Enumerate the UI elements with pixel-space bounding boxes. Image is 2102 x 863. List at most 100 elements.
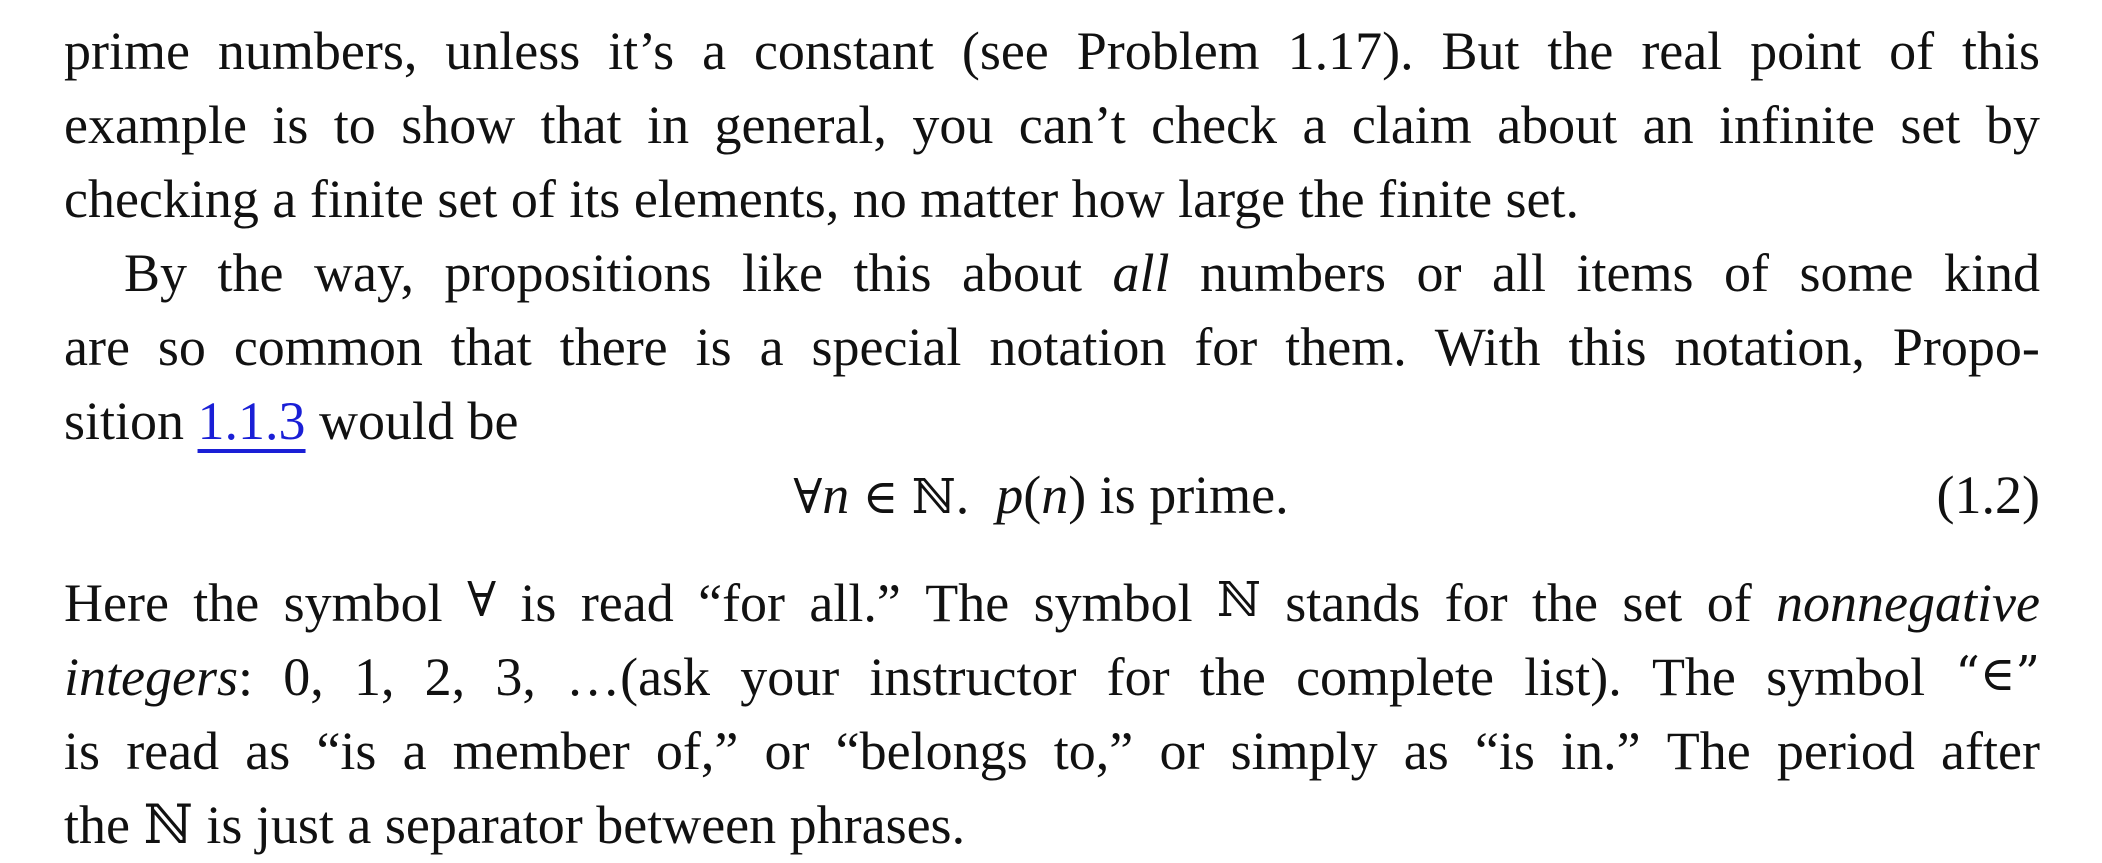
para3-line1-word: read [580,573,674,633]
para3-line1-word: the [193,573,260,633]
para2-line1-word: By [124,243,188,303]
para2-line2-word: Propo- [1892,317,2040,377]
para3-line3-word: The [1666,721,1751,781]
para2-line2-word: special [811,317,962,377]
para2-line1-word: of [1723,243,1769,303]
para1-line2-word: infinite [1719,95,1875,155]
para1-line1-word: this [1961,21,2040,81]
para3-line1-word: the [1531,573,1598,633]
para2-line1-word: about [962,243,1083,303]
naturals-symbol: ℕ [911,469,956,525]
para2-line2-word: a [759,317,784,377]
para3-line2-word: “∈” [1955,646,2040,702]
para3-line2-word: instructor [869,647,1077,707]
para1-line1-word: constant [753,21,934,81]
para3-line2-word: the [1199,647,1266,707]
para3-line2-word: …(ask [566,647,711,707]
para3-line3-word: a [402,721,427,781]
para1-line1-word: 1.17). [1287,21,1414,81]
eq-var-n: n [822,465,850,525]
eq-func-p: p [996,465,1024,525]
para3-line1: Here the symbol ∀ is read “for all.” The symbol ℕs… [64,576,2040,630]
para3-line4: the ℕ is just a separator between phrase… [64,795,966,855]
para3-line2-word: 0, [283,647,324,707]
para3-line2-word: 1, [353,647,395,707]
para2-line2-word: for [1194,317,1258,377]
para3-line3-word: or [1159,721,1205,781]
para3-line3-word: read [126,721,220,781]
para2-line1-italic-word: all [1112,243,1170,303]
forall-symbol: ∀ [793,469,823,525]
para1-line2-word: is [272,95,309,155]
para1-line1-word: real [1641,21,1723,81]
para3-line2-word: for [1106,647,1170,707]
para3-line1-word: The [925,573,1010,633]
para1-line1-word: point [1750,21,1862,81]
para1-line2-word: to [333,95,376,155]
para3-line2-word: list). [1524,647,1622,707]
para1-line2-word: by [1985,95,2040,155]
para3-line3-word: period [1776,721,1915,781]
para2-line2-word: common [233,317,423,377]
para1-line2-word: set [1900,95,1961,155]
para2-line3-text: sition [64,391,198,451]
para3-line3-word: after [1941,721,2040,781]
para3-line1-word: is [520,573,557,633]
para3-line2: integers: 0, 1, 2, 3, …(ask your instructor for t… [64,650,2040,704]
para2-line2: are so common that there is a special notation fo… [64,320,2040,374]
eq-close-paren: ) [1068,465,1087,525]
para2-line1-word: all [1491,243,1546,303]
para2-line1-word: kind [1943,243,2040,303]
para1-line1-word: the [1547,21,1614,81]
para3-line2-word: 3, [495,647,536,707]
para2-line1-word: this [853,243,932,303]
para3-line1-word: all.” [809,573,901,633]
para1-line1-word: Problem [1076,21,1260,81]
para3-line3-word: to,” [1053,721,1134,781]
integers-term: integers [64,647,238,707]
eq-arg-n: n [1041,465,1069,525]
para3-line2-word: symbol [1766,647,1926,707]
para1-line2-word: that [540,95,622,155]
equation-1-2: ∀n ∈ ℕ. p(n) is prime. [0,468,2092,522]
para2-line2-word: are [64,317,130,377]
para2-line3: sition 1.1.3 would be [64,394,2040,448]
para3-line3: is read as “is a member of,” or “belongs to,” or si… [64,724,2040,778]
para1-line2-word: check [1151,95,1278,155]
element-of-symbol: ∈ [862,469,899,525]
para3-line3-word: simply [1230,721,1378,781]
para1-line2-word: in [647,95,690,155]
para3-line1-word: set [1622,573,1683,633]
para3-line2-word: complete [1296,647,1494,707]
para3-line3-word: “is [1474,721,1535,781]
para3-line2-word: your [740,647,840,707]
proposition-link[interactable]: 1.1.3 [198,391,306,451]
para3-line3-word: is [64,721,101,781]
para3-line3-word: in.” [1561,721,1641,781]
para3-line1-word: stands [1285,573,1421,633]
para1-line2-word: example [64,95,247,155]
para3-line1-italic-word: nonnegative [1776,573,2040,633]
para2-line2-word: notation [989,317,1167,377]
para2-line1-word: way, [314,243,414,303]
para2-line1-word: some [1799,243,1914,303]
para3-line3-word: or [764,721,810,781]
para3-line3-word: as [245,721,291,781]
para3-line3-word: “is [316,721,377,781]
para3-line2-integers: integers: [64,647,253,707]
para2-line1-word: propositions [444,243,712,303]
para2-line2-word: them. [1285,317,1407,377]
para3-line1-word: “for [698,573,786,633]
para3-line3-word: “belongs [835,721,1028,781]
para2-line2-word: With [1434,317,1541,377]
para2-line2-word: notation, [1674,317,1865,377]
para1-line2-word: an [1642,95,1694,155]
para2-line1-word: like [742,243,823,303]
para3-line3-word: of,” [655,721,739,781]
para2-line3-tail: would be [305,391,519,451]
para1-line1-word: (see [961,21,1049,81]
para2-line2-word: so [157,317,206,377]
para3-line1-word: symbol [283,573,443,633]
para1-line1-word: a [702,21,727,81]
para1-line2-word: general, [714,95,887,155]
